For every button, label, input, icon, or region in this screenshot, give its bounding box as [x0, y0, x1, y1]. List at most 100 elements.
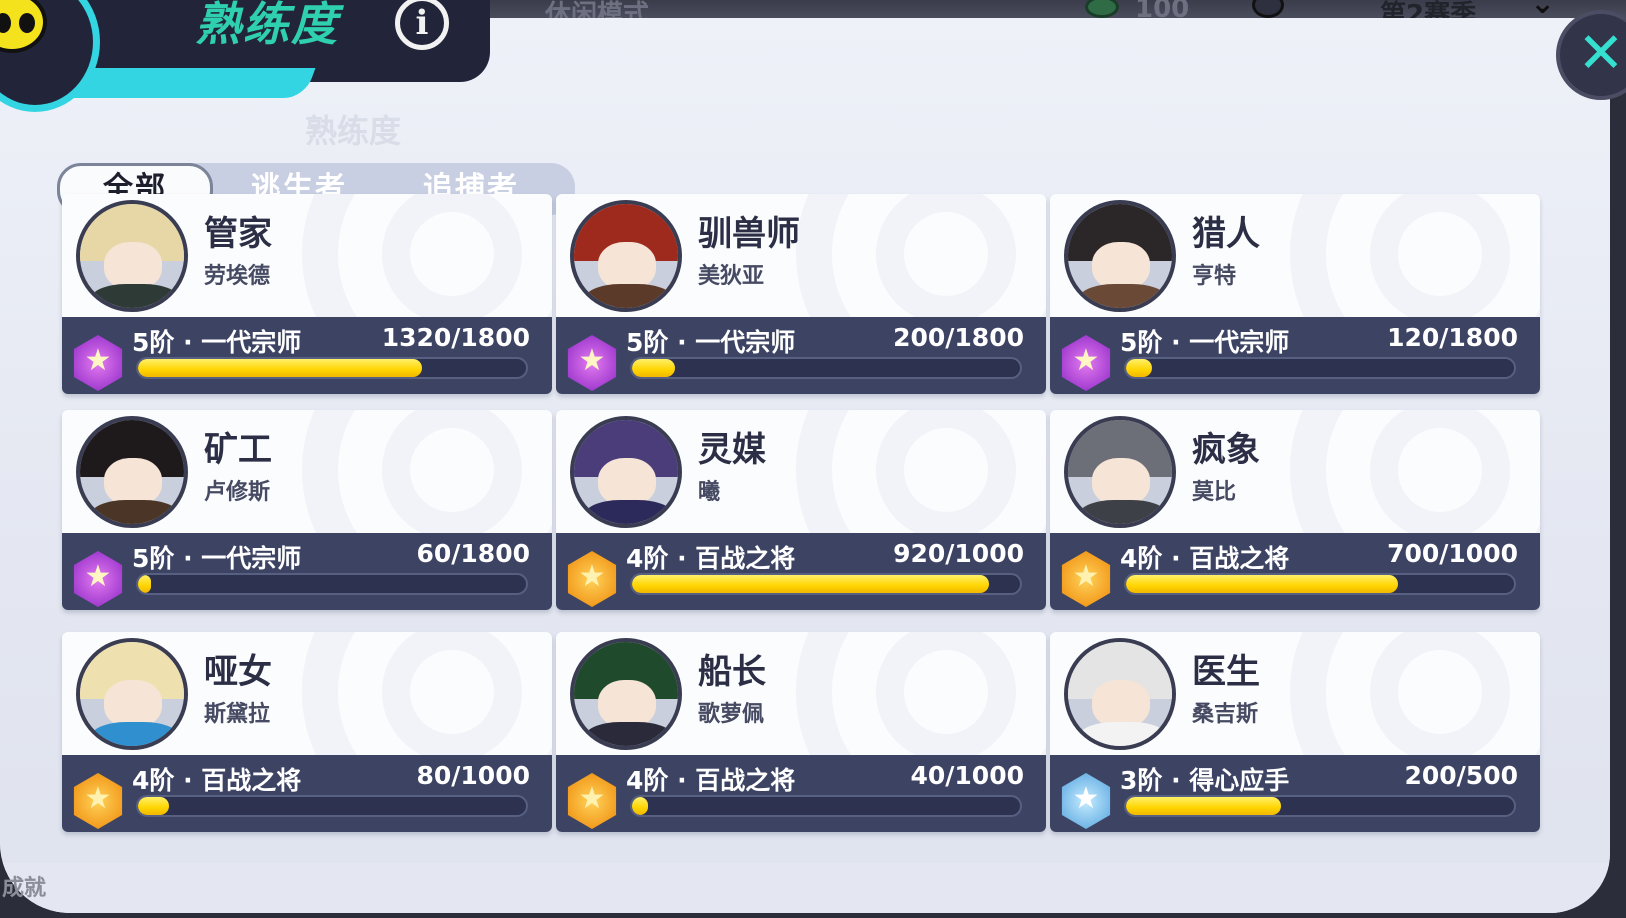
page-title: 熟练度	[195, 0, 339, 51]
character-avatar	[76, 638, 188, 750]
star-icon: ★	[1072, 343, 1100, 378]
character-name: 斯黛拉	[204, 702, 271, 727]
character-name: 桑吉斯	[1192, 702, 1259, 727]
proficiency-band: ★ 5阶 · 一代宗师 60/1800	[62, 533, 552, 610]
rank-badge-icon: ★	[567, 335, 617, 391]
avatar-face	[1092, 458, 1150, 506]
star-icon: ★	[1072, 559, 1100, 594]
progress-fill	[138, 359, 423, 377]
avatar-body	[1078, 500, 1168, 524]
proficiency-score: 1320/1800	[381, 323, 530, 352]
rank-label: 4阶 · 百战之将	[626, 544, 796, 573]
proficiency-band: ★ 4阶 · 百战之将 700/1000	[1050, 533, 1540, 610]
character-role: 矿工	[204, 430, 272, 470]
avatar-body	[584, 722, 674, 746]
info-icon	[1252, 0, 1284, 18]
progress-bar	[630, 357, 1022, 379]
progress-bar	[1124, 795, 1516, 817]
character-card[interactable]: 驯兽师 美狄亚 ★ 5阶 · 一代宗师 200/1800	[556, 194, 1046, 394]
corner-label: 成就	[2, 876, 47, 901]
logo-face	[0, 0, 47, 53]
avatar-body	[584, 284, 674, 308]
progress-bar	[136, 357, 528, 379]
avatar-body	[1078, 284, 1168, 308]
rank-badge-icon: ★	[1061, 551, 1111, 607]
proficiency-band: ★ 5阶 · 一代宗师 120/1800	[1050, 317, 1540, 394]
avatar-body	[90, 500, 180, 524]
proficiency-band: ★ 5阶 · 一代宗师 1320/1800	[62, 317, 552, 394]
character-card[interactable]: 哑女 斯黛拉 ★ 4阶 · 百战之将 80/1000	[62, 632, 552, 832]
logo-eye-left	[0, 13, 11, 33]
character-card[interactable]: 灵媒 曦 ★ 4阶 · 百战之将 920/1000	[556, 410, 1046, 610]
character-avatar	[1064, 638, 1176, 750]
rank-label: 4阶 · 百战之将	[1120, 544, 1290, 573]
proficiency-score: 120/1800	[1387, 323, 1518, 352]
proficiency-score: 700/1000	[1387, 539, 1518, 568]
character-name: 曦	[698, 480, 721, 505]
progress-bar	[630, 795, 1022, 817]
progress-fill	[632, 797, 648, 815]
avatar-face	[104, 458, 162, 506]
character-card[interactable]: 管家 劳埃德 ★ 5阶 · 一代宗师 1320/1800	[62, 194, 552, 394]
character-role: 医生	[1192, 652, 1260, 692]
panel-bottom	[0, 863, 1610, 913]
proficiency-score: 200/1800	[893, 323, 1024, 352]
avatar-face	[1092, 680, 1150, 728]
star-icon: ★	[84, 343, 112, 378]
character-card[interactable]: 猎人 亨特 ★ 5阶 · 一代宗师 120/1800	[1050, 194, 1540, 394]
proficiency-band: ★ 4阶 · 百战之将 80/1000	[62, 755, 552, 832]
rank-badge-icon: ★	[1061, 335, 1111, 391]
character-avatar	[570, 200, 682, 312]
character-role: 哑女	[204, 652, 272, 692]
character-avatar	[570, 416, 682, 528]
progress-bar	[136, 573, 528, 595]
character-role: 猎人	[1192, 214, 1260, 254]
progress-fill	[632, 575, 989, 593]
progress-fill	[632, 359, 676, 377]
character-avatar	[76, 416, 188, 528]
rank-label: 4阶 · 百战之将	[626, 766, 796, 795]
progress-bar	[1124, 573, 1516, 595]
character-role: 船长	[698, 652, 766, 692]
avatar-body	[90, 284, 180, 308]
rank-badge-icon: ★	[567, 551, 617, 607]
proficiency-score: 200/500	[1404, 761, 1518, 790]
avatar-face	[104, 680, 162, 728]
star-icon: ★	[578, 343, 606, 378]
panel-header: 熟练度 i	[0, 0, 490, 118]
rank-label: 5阶 · 一代宗师	[1120, 328, 1290, 357]
avatar-face	[1092, 242, 1150, 290]
progress-bar	[1124, 357, 1516, 379]
progress-fill	[138, 575, 151, 593]
character-role: 驯兽师	[698, 214, 800, 254]
character-name: 美狄亚	[698, 264, 765, 289]
rank-badge-icon: ★	[73, 335, 123, 391]
rank-label: 3阶 · 得心应手	[1120, 766, 1290, 795]
proficiency-band: ★ 4阶 · 百战之将 40/1000	[556, 755, 1046, 832]
rank-label: 5阶 · 一代宗师	[132, 544, 302, 573]
character-card[interactable]: 船长 歌萝佩 ★ 4阶 · 百战之将 40/1000	[556, 632, 1046, 832]
character-avatar	[1064, 416, 1176, 528]
character-card[interactable]: 医生 桑吉斯 ★ 3阶 · 得心应手 200/500	[1050, 632, 1540, 832]
character-card[interactable]: 矿工 卢修斯 ★ 5阶 · 一代宗师 60/1800	[62, 410, 552, 610]
avatar-face	[598, 680, 656, 728]
character-name: 卢修斯	[204, 480, 271, 505]
rank-badge-icon: ★	[1061, 773, 1111, 829]
rank-label: 5阶 · 一代宗师	[626, 328, 796, 357]
character-avatar	[1064, 200, 1176, 312]
character-card[interactable]: 疯象 莫比 ★ 4阶 · 百战之将 700/1000	[1050, 410, 1540, 610]
proficiency-panel: 熟练度 全部 逃生者 追捕者 管家 劳埃德 ★ 5阶 · 一代宗师 1320/1…	[0, 18, 1610, 913]
proficiency-band: ★ 3阶 · 得心应手 200/500	[1050, 755, 1540, 832]
proficiency-score: 60/1800	[416, 539, 530, 568]
character-avatar	[76, 200, 188, 312]
character-name: 莫比	[1192, 480, 1237, 505]
character-name: 劳埃德	[204, 264, 271, 289]
character-name: 亨特	[1192, 264, 1237, 289]
rank-badge-icon: ★	[567, 773, 617, 829]
rank-label: 5阶 · 一代宗师	[132, 328, 302, 357]
currency-icon	[1085, 0, 1119, 18]
progress-fill	[1126, 797, 1282, 815]
star-icon: ★	[84, 781, 112, 816]
rank-badge-icon: ★	[73, 773, 123, 829]
character-role: 疯象	[1192, 430, 1260, 470]
